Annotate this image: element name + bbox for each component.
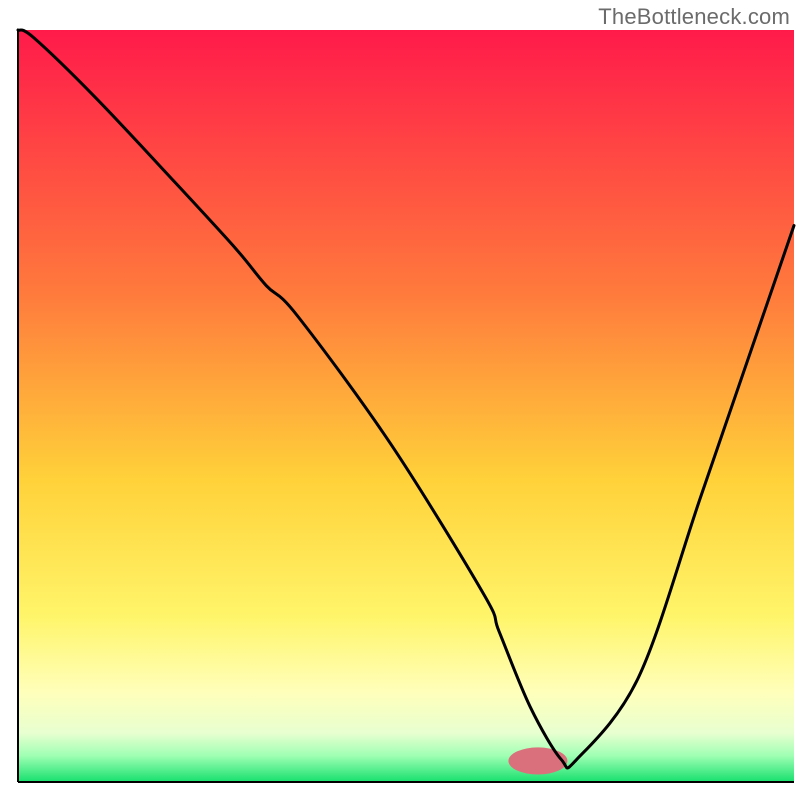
bottleneck-chart [0, 0, 800, 800]
chart-container: TheBottleneck.com [0, 0, 800, 800]
gradient-background [18, 30, 794, 782]
attribution-text: TheBottleneck.com [598, 4, 790, 30]
optimal-marker [508, 747, 567, 774]
